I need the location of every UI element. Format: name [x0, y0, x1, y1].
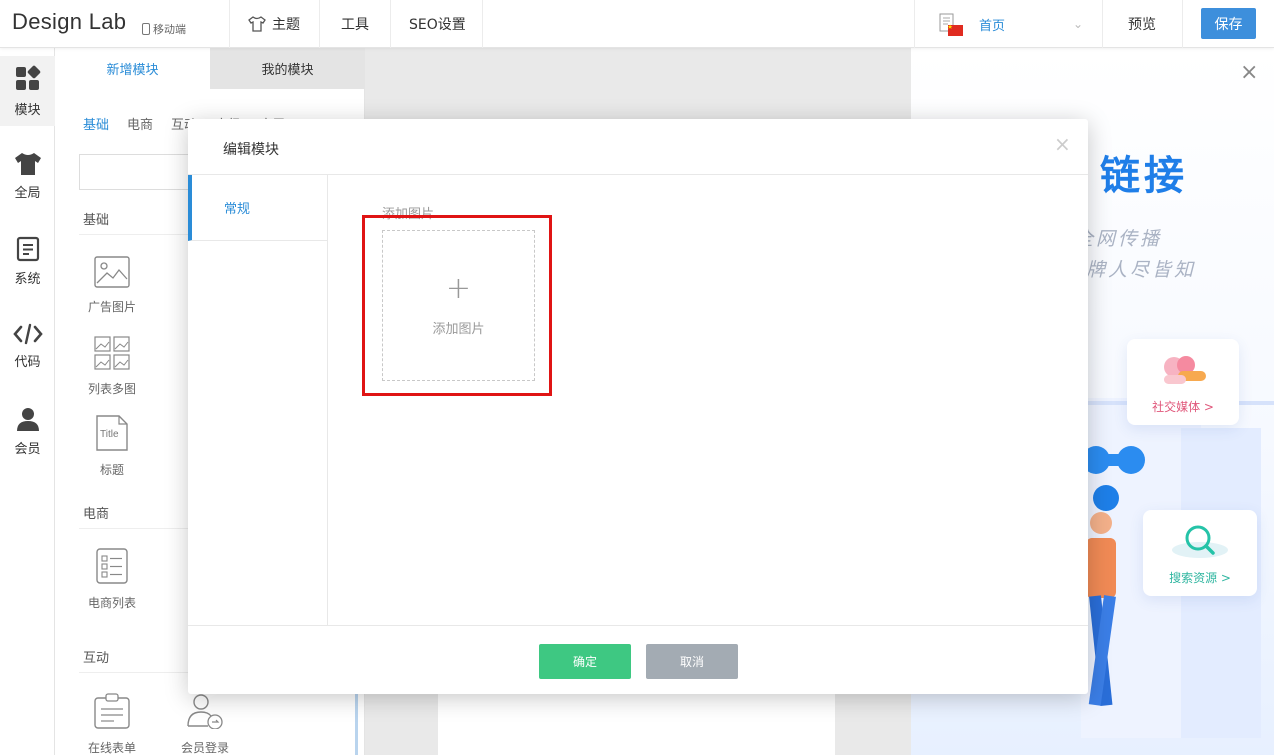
- user-icon: [15, 406, 41, 432]
- canvas-page-preview: [438, 690, 835, 755]
- nav-divider: [1182, 0, 1183, 48]
- save-button[interactable]: 保存: [1201, 8, 1256, 39]
- category-tab[interactable]: 电商: [127, 114, 153, 133]
- nav-tools-label: 工具: [341, 17, 369, 33]
- social-media-icon: [1156, 353, 1210, 392]
- section-label-ecommerce: 电商: [83, 507, 110, 522]
- social-media-label: 社交媒体 >: [1152, 400, 1214, 414]
- search-icon: [1170, 522, 1230, 563]
- search-resource-card[interactable]: 搜索资源 >: [1143, 510, 1257, 596]
- nav-divider: [482, 0, 483, 48]
- promo-close-icon[interactable]: ×: [1240, 62, 1258, 84]
- nav-divider: [1102, 0, 1103, 48]
- nav-divider: [914, 0, 915, 48]
- rail-item-member[interactable]: 会员: [0, 396, 55, 466]
- edit-module-dialog: 编辑模块 × 常规 添加图片 + 添加图片 确定 取消: [188, 119, 1088, 694]
- tab-general[interactable]: 常规: [188, 175, 328, 241]
- module-label: 广告图片: [87, 300, 136, 314]
- svg-text:Title: Title: [100, 429, 119, 440]
- document-icon: [16, 236, 40, 262]
- nav-seo-label: SEO设置: [409, 17, 466, 33]
- code-icon: [12, 323, 43, 345]
- nav-divider: [390, 0, 391, 48]
- rail-label: 模块: [14, 102, 41, 118]
- rail-label: 会员: [14, 441, 41, 457]
- rail-item-global[interactable]: 全局: [0, 141, 55, 211]
- nav-seo[interactable]: SEO设置: [409, 0, 466, 48]
- mobile-view-link[interactable]: 移动端: [142, 21, 186, 37]
- rail-label: 代码: [14, 354, 41, 370]
- section-label-basic: 基础: [83, 213, 110, 228]
- form-icon: [94, 693, 130, 729]
- theme-icon: [248, 16, 266, 32]
- list-icon: [96, 548, 128, 584]
- left-rail: 模块 全局 系统 代码 会员: [0, 48, 55, 755]
- module-online-form[interactable]: 在线表单: [77, 693, 147, 755]
- nav-theme[interactable]: 主题: [248, 0, 300, 48]
- section-label-interactive: 互动: [83, 651, 110, 666]
- module-product-list[interactable]: 电商列表: [77, 548, 147, 611]
- mobile-phone-icon: [142, 23, 150, 35]
- module-label: 会员登录: [180, 741, 229, 755]
- tab-my-modules[interactable]: 我的模块: [210, 48, 365, 89]
- nav-divider: [319, 0, 320, 48]
- cancel-button[interactable]: 取消: [646, 644, 738, 679]
- social-media-card[interactable]: 社交媒体 >: [1127, 339, 1239, 425]
- module-label: 在线表单: [87, 741, 136, 755]
- rail-item-modules[interactable]: 模块: [0, 56, 55, 126]
- close-icon[interactable]: ×: [1054, 134, 1071, 154]
- nav-divider: [229, 0, 230, 48]
- module-list-images[interactable]: 列表多图: [77, 336, 147, 397]
- dialog-title: 编辑模块: [223, 142, 279, 158]
- promo-heading: 链接: [1100, 153, 1188, 199]
- search-resource-label: 搜索资源 >: [1169, 571, 1231, 585]
- login-icon: [186, 693, 224, 729]
- top-bar: Design Lab 移动端 主题 工具 SEO设置 首页 ⌄ 预览 保存: [0, 0, 1274, 48]
- tab-add-module[interactable]: 新增模块: [55, 48, 210, 89]
- title-icon: Title: [95, 415, 129, 451]
- module-label: 电商列表: [87, 596, 136, 610]
- panel-scrollbar[interactable]: [355, 688, 358, 755]
- mobile-view-label: 移动端: [153, 23, 186, 36]
- gallery-icon: [94, 336, 130, 370]
- brand-logo: Design Lab: [12, 9, 127, 34]
- highlight-box: [362, 215, 552, 396]
- modules-icon: [14, 65, 42, 93]
- rail-item-code[interactable]: 代码: [0, 311, 55, 381]
- confirm-button[interactable]: 确定: [539, 644, 631, 679]
- chevron-down-icon: ⌄: [1072, 17, 1083, 31]
- image-icon: [94, 256, 130, 288]
- nav-theme-label: 主题: [272, 17, 300, 33]
- module-ad-image[interactable]: 广告图片: [77, 256, 147, 315]
- promo-subtitle-2: 牌人尽皆知: [1086, 259, 1197, 281]
- preview-button[interactable]: 预览: [1128, 0, 1156, 48]
- page-select-dropdown[interactable]: 首页 ⌄: [979, 0, 1083, 48]
- rail-item-system[interactable]: 系统: [0, 226, 55, 296]
- dialog-footer-divider: [188, 625, 1088, 626]
- language-flag-icon[interactable]: [938, 13, 964, 37]
- dialog-sidebar: 常规: [188, 175, 328, 625]
- category-tab[interactable]: 基础: [83, 114, 109, 133]
- module-label: 列表多图: [87, 382, 136, 396]
- module-label: 标题: [99, 463, 124, 477]
- rail-label: 系统: [14, 271, 41, 287]
- shirt-icon: [14, 152, 42, 176]
- page-select-value: 首页: [979, 18, 1006, 34]
- module-member-login[interactable]: 会员登录: [170, 693, 240, 755]
- rail-label: 全局: [14, 185, 41, 201]
- module-title[interactable]: Title 标题: [77, 415, 147, 478]
- nav-tools[interactable]: 工具: [341, 0, 369, 48]
